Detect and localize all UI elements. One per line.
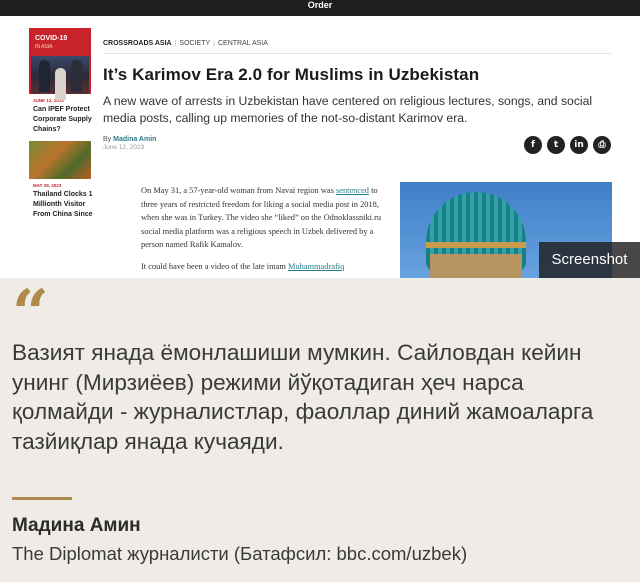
breadcrumb-section[interactable]: CROSSROADS ASIA [103, 40, 172, 47]
mosque-drum [430, 254, 522, 278]
covid-promo-banner[interactable]: COVID-19 IN ASIA [29, 28, 91, 100]
article-dek: A new wave of arrests in Uzbekistan have… [103, 94, 593, 125]
promo-person [55, 68, 66, 100]
breadcrumb: CROSSROADS ASIA | SOCIETY | CENTRAL ASIA [103, 40, 611, 47]
breadcrumb-category[interactable]: SOCIETY [179, 40, 210, 47]
sidebar-item-title[interactable]: Thailand Clocks 1 Millionth Visitor From… [33, 190, 93, 220]
quote-source: The Diplomat журналисти (Батафсил: bbc.c… [12, 543, 468, 564]
divider [103, 53, 611, 54]
imam-link[interactable]: Muhammadrafiq [288, 262, 344, 271]
sidebar-item-date: MAY 29, 2023 [33, 183, 62, 188]
print-icon[interactable]: ⎙ [593, 136, 611, 154]
body-text: It could have been a video of the late i… [141, 261, 288, 271]
article-screenshot: COVID-19 IN ASIA JUNE 12, 2023 Can IPEF … [0, 16, 640, 278]
facebook-icon[interactable]: f [524, 136, 542, 154]
breadcrumb-region[interactable]: CENTRAL ASIA [218, 40, 268, 47]
promo-person [39, 60, 50, 92]
top-bar: Order [0, 0, 640, 16]
sidebar-thumbnail[interactable] [29, 141, 91, 179]
screenshot-label: Screenshot [539, 242, 640, 278]
byline-row: By Madina Amin June 12, 2023 f t in ⎙ [103, 136, 611, 160]
body-paragraph: It could have been a video of the late i… [141, 260, 383, 274]
sidebar-item-title[interactable]: Can IPEF Protect Corporate Supply Chains… [33, 105, 93, 135]
order-button[interactable]: Order [0, 0, 640, 10]
breadcrumb-separator: | [213, 40, 215, 47]
quote-author: Мадина Амин [12, 515, 141, 536]
twitter-icon[interactable]: t [547, 136, 565, 154]
promo-person [71, 60, 82, 92]
quote-divider [12, 497, 72, 500]
byline-prefix: By [103, 136, 112, 143]
sidebar: COVID-19 IN ASIA JUNE 12, 2023 Can IPEF … [29, 28, 93, 220]
sentenced-link[interactable]: sentenced [336, 186, 369, 195]
author-link[interactable]: Madina Amin [113, 136, 156, 143]
breadcrumb-separator: | [174, 40, 177, 47]
promo-title: COVID-19 [35, 35, 68, 42]
article-body: On May 31, a 57-year-old woman from Nava… [141, 184, 383, 274]
article-headline: It’s Karimov Era 2.0 for Muslims in Uzbe… [103, 65, 480, 84]
quote-card: “ Вазият янада ёмонлашиши мумкин. Сайлов… [0, 278, 640, 582]
linkedin-icon[interactable]: in [570, 136, 588, 154]
body-text: On May 31, a 57-year-old woman from Nava… [141, 186, 336, 195]
share-buttons: f t in ⎙ [524, 136, 611, 154]
quote-text: Вазият янада ёмонлашиши мумкин. Сайловда… [12, 340, 594, 454]
body-text: to three years of restricted freedom for… [141, 186, 382, 250]
promo-subtitle: IN ASIA [35, 44, 53, 50]
quote-mark-icon: “ [12, 276, 49, 351]
body-paragraph: On May 31, a 57-year-old woman from Nava… [141, 184, 383, 252]
article-main: CROSSROADS ASIA | SOCIETY | CENTRAL ASIA It’… [103, 28, 611, 160]
mosque-dome-band [426, 242, 526, 248]
